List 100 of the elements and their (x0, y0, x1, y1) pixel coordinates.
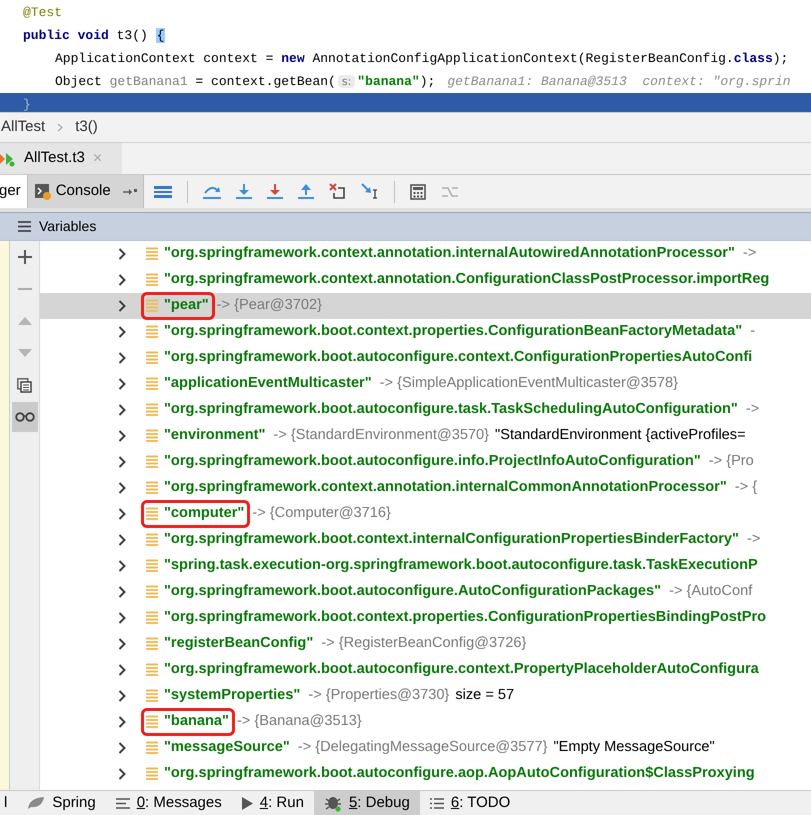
field-icon (146, 429, 158, 442)
expand-chevron-icon[interactable] (118, 638, 126, 650)
tool-window-button[interactable]: l (0, 791, 18, 815)
variable-name: "org.springframework.context.annotation.ConfigurationClassPostProcessor.importReg (164, 270, 770, 290)
arrow-up-icon[interactable] (298, 183, 314, 200)
expand-chevron-icon[interactable] (118, 404, 126, 416)
variable-name: "org.springframework.context.annotation.internalAutowiredAnnotationProcessor" (164, 244, 735, 264)
tool-window-button[interactable]: 4: Run (232, 791, 314, 815)
variable-value: - (750, 322, 756, 342)
code-token: ); (420, 74, 436, 89)
variable-name: "org.springframework.boot.context.properties.ConfigurationBeanFactoryMetadata" (164, 322, 742, 342)
variable-value: -> (742, 244, 756, 264)
variable-value: -> {AutoConf (669, 582, 752, 602)
arrow-down-icon[interactable] (236, 183, 252, 200)
expand-chevron-icon[interactable] (118, 274, 126, 286)
field-icon (146, 273, 158, 286)
variable-value: -> {Pro (708, 452, 754, 472)
code-token: = context.getBean( (194, 74, 336, 89)
code-token: t3() (116, 28, 149, 43)
expand-chevron-icon[interactable] (118, 456, 126, 468)
expand-chevron-icon[interactable] (118, 586, 126, 598)
debugger-tab[interactable]: Console (28, 175, 144, 208)
field-icon (146, 377, 158, 390)
expand-chevron-icon[interactable] (118, 326, 126, 338)
expand-chevron-icon[interactable] (118, 430, 126, 442)
field-icon (146, 325, 158, 338)
debugger-tab[interactable]: ger (0, 175, 28, 208)
code-token: "banana" (357, 74, 420, 89)
tool-window-button[interactable]: Spring (17, 791, 106, 815)
expand-chevron-icon[interactable] (118, 560, 126, 572)
field-icon (146, 507, 158, 520)
variable-name: "org.springframework.boot.autoconfigure.context.ConfigurationPropertiesAutoConfi (164, 348, 752, 368)
variable-value: -> {RegisterBeanConfig@3726} (321, 634, 526, 654)
session-tab[interactable]: AllTest.t3 × (0, 143, 122, 174)
code-token: @Test (23, 5, 62, 20)
variable-value: -> {Pear@3702} (216, 296, 322, 316)
field-icon (146, 611, 158, 624)
parameter-hint: s: (338, 75, 356, 88)
field-icon (146, 559, 158, 572)
field-icon (146, 741, 158, 754)
variable-name: "banana" (164, 712, 229, 732)
variable-name: "org.springframework.boot.autoconfigure.info.ProjectInfoAutoConfiguration" (164, 452, 701, 472)
expand-chevron-icon[interactable] (118, 352, 126, 364)
breadcrumb-item[interactable]: AllTest (1, 116, 46, 139)
tool-window-button[interactable]: 0: Messages (106, 791, 232, 815)
calculator-icon[interactable] (410, 184, 426, 200)
copy-icon[interactable] (17, 378, 32, 392)
code-token: public void (23, 28, 109, 43)
matched-brace: { (156, 28, 166, 43)
code-token: AnnotationConfigApplicationContext(RegisterBeanConfig. (311, 51, 734, 66)
expand-chevron-icon[interactable] (118, 378, 126, 390)
menu-icon (18, 221, 31, 232)
variable-value: -> {DelegatingMessageSource@3577} (298, 738, 548, 758)
variable-description: size = 57 (455, 686, 514, 706)
field-icon (146, 663, 158, 676)
expand-chevron-icon[interactable] (118, 768, 126, 780)
field-icon (146, 637, 158, 650)
tool-window-button[interactable]: 5: Debug (314, 791, 420, 815)
field-icon (146, 247, 158, 260)
tool-window-button[interactable]: 6: TODO (420, 791, 520, 815)
variable-name: "org.springframework.boot.context.properties.ConfigurationPropertiesBindingPostPro (164, 608, 766, 628)
variable-value: -> {Properties@3730} (308, 686, 450, 706)
drop-frame-icon[interactable] (328, 183, 346, 200)
variable-value: -> {SimpleApplicationEventMulticaster@3578} (380, 374, 678, 394)
variable-name: "registerBeanConfig" (164, 634, 314, 654)
run-to-cursor-icon[interactable] (360, 183, 379, 200)
code-token: class (734, 51, 773, 66)
expand-chevron-icon[interactable] (118, 534, 126, 546)
list-icon (430, 798, 444, 808)
add-icon[interactable] (18, 250, 32, 264)
expand-chevron-icon[interactable] (118, 612, 126, 624)
lines-icon (116, 798, 130, 808)
code-token: new (281, 51, 305, 66)
variable-description: "StandardEnvironment {activeProfiles= (495, 426, 746, 446)
field-icon (146, 585, 158, 598)
console-icon (34, 182, 52, 200)
code-token: Object (55, 74, 103, 89)
expand-chevron-icon[interactable] (118, 664, 126, 676)
variable-description: "Empty MessageSource" (554, 738, 715, 758)
variable-value: -> (746, 530, 760, 550)
field-icon (146, 299, 158, 312)
variable-name: "computer" (164, 504, 244, 524)
variable-name: "environment" (164, 426, 266, 446)
expand-chevron-icon[interactable] (118, 300, 126, 312)
glasses-icon[interactable] (14, 412, 34, 422)
inline-debug-value: getBanana1: Banana@3513 context: "org.sprin (447, 74, 791, 89)
field-icon (146, 403, 158, 416)
expand-chevron-icon[interactable] (118, 716, 126, 728)
menu-icon[interactable] (154, 184, 172, 198)
field-icon (146, 351, 158, 364)
expand-chevron-icon[interactable] (118, 690, 126, 702)
expand-chevron-icon[interactable] (118, 248, 126, 260)
expand-chevron-icon[interactable] (118, 508, 126, 520)
variable-name: "messageSource" (164, 738, 290, 758)
arrow-down-icon[interactable] (266, 183, 283, 200)
variable-name: "spring.task.execution-org.springframework.boot.autoconfigure.task.TaskExecutionP (164, 556, 758, 576)
breadcrumb-item[interactable]: t3() (75, 116, 98, 139)
expand-chevron-icon[interactable] (118, 482, 126, 494)
expand-chevron-icon[interactable] (118, 742, 126, 754)
chevron-right-icon (57, 123, 64, 132)
